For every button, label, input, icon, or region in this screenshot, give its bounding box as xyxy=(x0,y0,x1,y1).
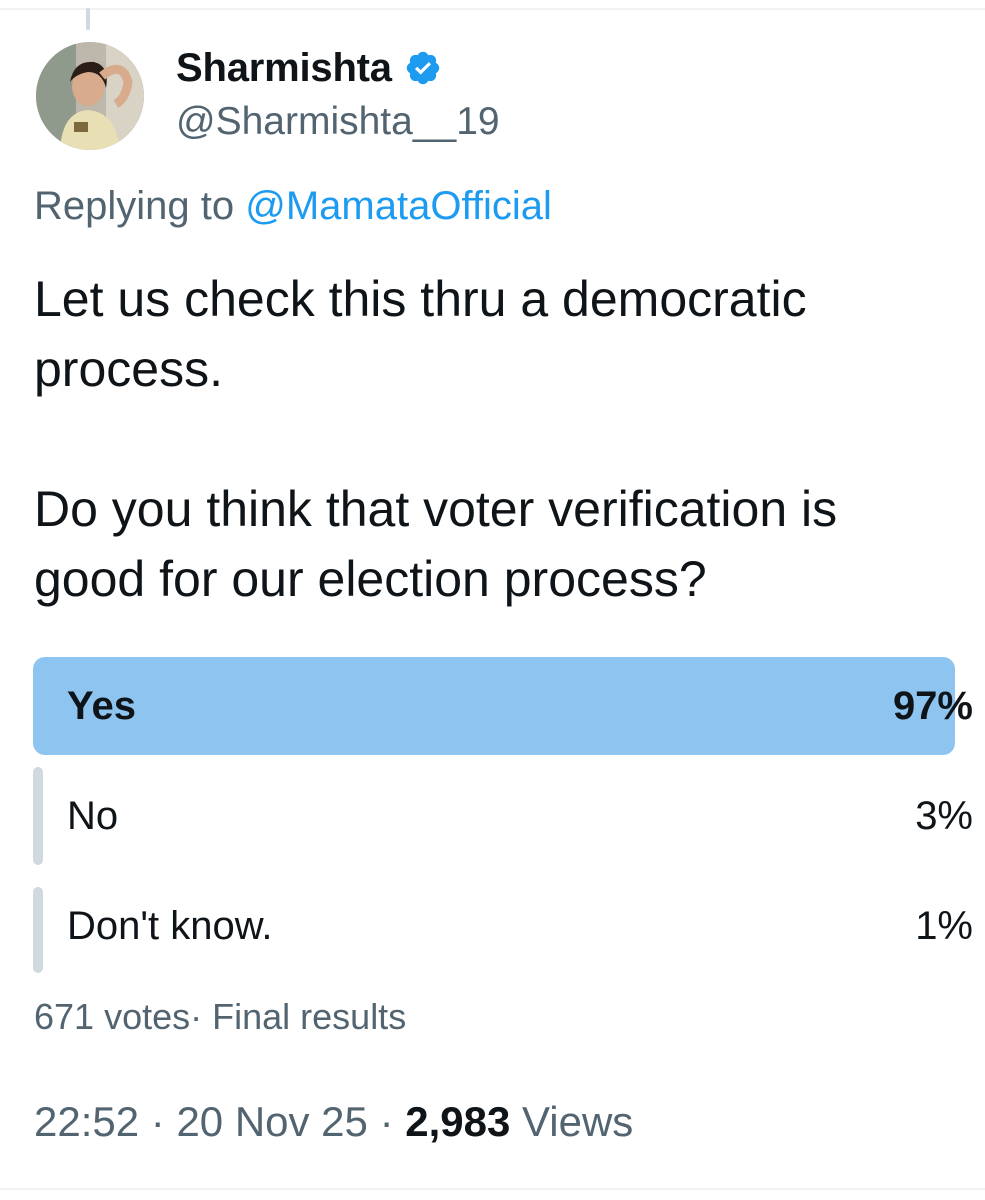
tweet-time[interactable]: 22:52 xyxy=(34,1098,139,1145)
tweet-metadata: 22:52 · 20 Nov 25 · 2,983 Views xyxy=(34,1098,633,1146)
poll-result-bar xyxy=(33,657,955,755)
poll-status: Final results xyxy=(212,996,407,1037)
poll-result-bar xyxy=(33,767,43,865)
verified-badge-icon xyxy=(404,49,442,87)
tweet-text: Let us check this thru a democratic proc… xyxy=(34,271,838,607)
poll-option-no: No 3% xyxy=(33,767,983,865)
replying-to-line: Replying to @MamataOfficial xyxy=(34,184,552,229)
replying-to-label: Replying to xyxy=(34,184,246,228)
tweet-date[interactable]: 20 Nov 25 xyxy=(176,1098,367,1145)
poll-option-percent: 1% xyxy=(915,904,973,948)
poll-option-label: Don't know. xyxy=(67,904,273,948)
poll-summary: 671 votes· Final results xyxy=(34,996,406,1038)
poll: Yes 97% No 3% Don't know. 1% xyxy=(33,657,983,987)
thread-connector-line xyxy=(86,8,90,30)
reply-mention-link[interactable]: @MamataOfficial xyxy=(245,184,552,228)
author-display-name[interactable]: Sharmishta xyxy=(176,46,392,91)
author-handle[interactable]: @Sharmishta__19 xyxy=(176,100,500,144)
poll-separator: · xyxy=(190,996,213,1037)
poll-option-dont-know: Don't know. 1% xyxy=(33,877,983,975)
poll-vote-count: 671 votes xyxy=(34,996,191,1037)
avatar[interactable] xyxy=(36,42,144,150)
meta-separator: · xyxy=(367,1098,406,1145)
avatar-image xyxy=(36,42,144,150)
bottom-divider xyxy=(0,1188,985,1190)
poll-option-yes: Yes 97% xyxy=(33,657,983,755)
views-label[interactable]: Views xyxy=(522,1098,633,1145)
poll-option-percent: 97% xyxy=(892,684,973,728)
poll-option-label: No xyxy=(67,794,119,838)
poll-option-label: Yes xyxy=(67,684,136,728)
author-name-row: Sharmishta xyxy=(176,40,442,96)
views-count[interactable]: 2,983 xyxy=(405,1098,510,1145)
poll-option-percent: 3% xyxy=(915,794,973,838)
poll-result-bar xyxy=(33,887,43,973)
meta-separator: · xyxy=(139,1098,177,1145)
top-divider xyxy=(0,8,985,10)
